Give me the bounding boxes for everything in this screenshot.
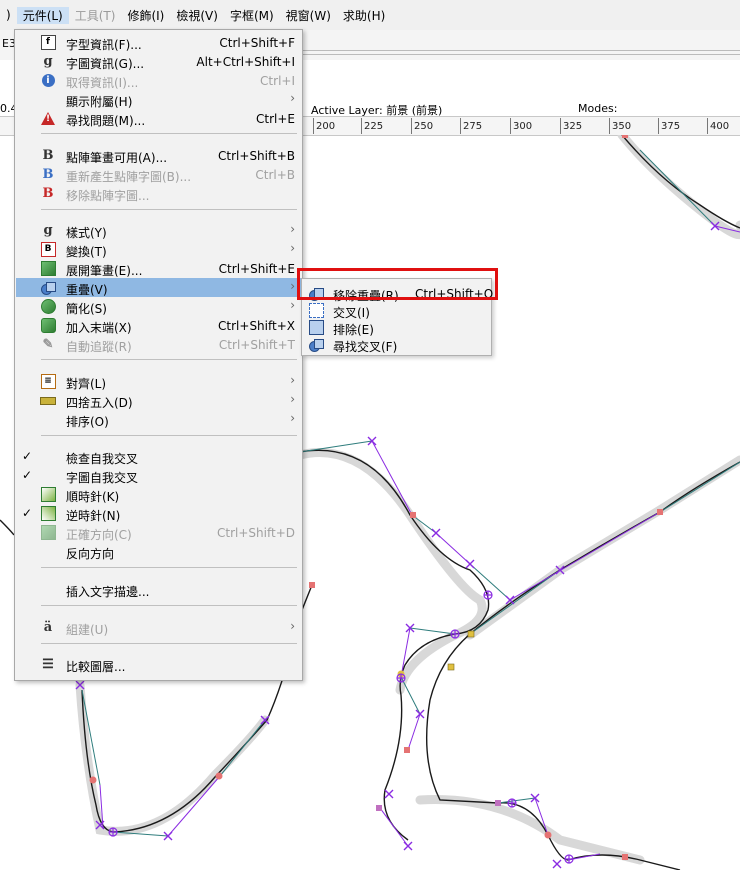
menu-view[interactable]: 檢視(V) (170, 7, 224, 24)
menu-item-transform[interactable]: B 變換(T) › (16, 240, 301, 259)
menu-item-correct-direction[interactable]: 正確方向(C) Ctrl+Shift+D (16, 523, 301, 542)
toolbar-divider (300, 50, 740, 55)
menu-item-remove-bitmaps[interactable]: B 移除點陣字圖... (16, 184, 301, 203)
menu-item-glyph-info[interactable]: g 字圖資訊(G)... Alt+Ctrl+Shift+I (16, 52, 301, 71)
align-icon: ≡ (40, 374, 56, 389)
ruler-tick: 225 (360, 118, 384, 134)
menu-separator (41, 567, 297, 568)
menu-help[interactable]: 求助(H) (337, 7, 391, 24)
bitmap-icon: B (42, 148, 54, 163)
menu-item-find-problems[interactable]: ! 尋找問題(M)... Ctrl+E (16, 109, 301, 128)
round-icon (40, 393, 56, 408)
menu-element[interactable]: 元件(L) (16, 6, 69, 24)
remove-bitmap-icon: B (42, 186, 54, 201)
ruler-tick: 200 (312, 118, 336, 134)
menu-item-round[interactable]: 四捨五入(D) › (16, 391, 301, 410)
ruler-tick: 300 (509, 118, 533, 134)
simplify-icon (40, 299, 56, 314)
autotrace-icon: ✎ (42, 337, 54, 352)
exclude-icon (308, 320, 324, 335)
menu-item-show-dependents[interactable]: 顯示附屬(H) › (16, 90, 301, 109)
contour-path (0, 519, 15, 536)
style-icon: g (43, 223, 53, 238)
ruler-tick: 375 (657, 118, 681, 134)
modes-label: Modes: (578, 102, 618, 115)
menu-separator (41, 643, 297, 644)
submenu-arrow-icon: › (290, 222, 295, 236)
submenu-arrow-icon: › (290, 279, 295, 293)
submenu-item-intersect[interactable]: 交叉(I) (303, 302, 490, 320)
regen-bitmap-icon: B (42, 167, 54, 182)
submenu-arrow-icon: › (290, 241, 295, 255)
compare-layers-icon: ☰ (42, 657, 54, 672)
expand-stroke-icon (40, 261, 56, 276)
add-extrema-icon (40, 318, 56, 333)
menu-item-expand-stroke[interactable]: 展開筆畫(E)... Ctrl+Shift+E (16, 259, 301, 278)
annotation-highlight-box (297, 268, 498, 300)
info-icon: i (40, 73, 56, 88)
checkmark-icon: ✓ (22, 449, 33, 463)
counterclockwise-icon (40, 506, 56, 521)
overlap-icon (40, 280, 56, 295)
ruler-tick: 325 (559, 118, 583, 134)
submenu-arrow-icon: › (290, 392, 295, 406)
glyph-info-icon: g (43, 54, 53, 69)
menu-item-compare-layers[interactable]: ☰ 比較圖層... (16, 655, 301, 674)
menu-item-add-extrema[interactable]: 加入末端(X) Ctrl+Shift+X (16, 316, 301, 335)
menu-separator (41, 133, 297, 134)
menu-prev-tail[interactable]: ) (0, 8, 17, 22)
transform-icon: B (40, 242, 56, 257)
ruler-tick: 275 (459, 118, 483, 134)
menu-metrics[interactable]: 字框(M) (224, 7, 280, 24)
contour-path (425, 461, 740, 870)
submenu-arrow-icon: › (290, 619, 295, 633)
menu-item-order[interactable]: 排序(O) › (16, 410, 301, 429)
checkmark-icon: ✓ (22, 506, 33, 520)
menu-separator (41, 605, 297, 606)
menu-item-clockwise[interactable]: 順時針(K) (16, 485, 301, 504)
menu-hints[interactable]: 修飾(I) (121, 7, 170, 24)
menu-separator (41, 359, 297, 360)
element-menu-dropdown: f 字型資訊(F)... Ctrl+Shift+F g 字圖資訊(G)... A… (14, 29, 303, 681)
checkmark-icon: ✓ (22, 468, 33, 482)
submenu-arrow-icon: › (290, 91, 295, 105)
menu-item-build[interactable]: ä 組建(U) › (16, 618, 301, 637)
menu-item-font-info[interactable]: f 字型資訊(F)... Ctrl+Shift+F (16, 33, 301, 52)
menu-separator (41, 209, 297, 210)
menu-item-glyph-self-intersects[interactable]: ✓ 字圖自我交叉 (16, 466, 301, 485)
menu-item-check-self-intersection[interactable]: ✓ 檢查自我交叉 (16, 447, 301, 466)
warning-icon: ! (40, 111, 56, 126)
submenu-arrow-icon: › (290, 411, 295, 425)
menu-tools[interactable]: 工具(T) (69, 7, 122, 24)
submenu-item-find-intersections[interactable]: 尋找交叉(F) (303, 336, 490, 354)
menu-item-overlap[interactable]: 重疊(V) › (16, 278, 301, 297)
menu-separator (41, 435, 297, 436)
font-info-icon: f (40, 35, 56, 50)
correct-direction-icon (40, 525, 56, 540)
menu-window[interactable]: 視窗(W) (280, 7, 337, 24)
clockwise-icon (40, 487, 56, 502)
menu-item-regenerate-bitmaps[interactable]: B 重新產生點陣字圖(B)... Ctrl+B (16, 165, 301, 184)
submenu-item-exclude[interactable]: 排除(E) (303, 319, 490, 337)
menu-item-get-info[interactable]: i 取得資訊(I)... Ctrl+I (16, 71, 301, 90)
submenu-arrow-icon: › (290, 298, 295, 312)
menu-item-autotrace[interactable]: ✎ 自動追蹤(R) Ctrl+Shift+T (16, 335, 301, 354)
menubar: ) 元件(L) 工具(T) 修飾(I) 檢視(V) 字框(M) 視窗(W) 求助… (0, 0, 740, 31)
menu-item-reverse-direction[interactable]: 反向方向 (16, 542, 301, 561)
build-icon: ä (43, 620, 53, 635)
menu-item-bitmaps-available[interactable]: B 點陣筆畫可用(A)... Ctrl+Shift+B (16, 146, 301, 165)
submenu-arrow-icon: › (290, 373, 295, 387)
menu-item-insert-text-outlines[interactable]: 插入文字描邊... (16, 580, 301, 599)
find-intersections-icon (308, 337, 324, 352)
ruler-tick: 400 (706, 118, 730, 134)
menu-item-simplify[interactable]: 簡化(S) › (16, 297, 301, 316)
menu-item-style[interactable]: g 樣式(Y) › (16, 221, 301, 240)
menu-item-counterclockwise[interactable]: ✓ 逆時針(N) (16, 504, 301, 523)
contour-path (299, 449, 490, 841)
ruler-tick: 350 (608, 118, 632, 134)
ruler-tick: 250 (410, 118, 434, 134)
intersect-icon (308, 303, 324, 318)
menu-item-align[interactable]: ≡ 對齊(L) › (16, 372, 301, 391)
